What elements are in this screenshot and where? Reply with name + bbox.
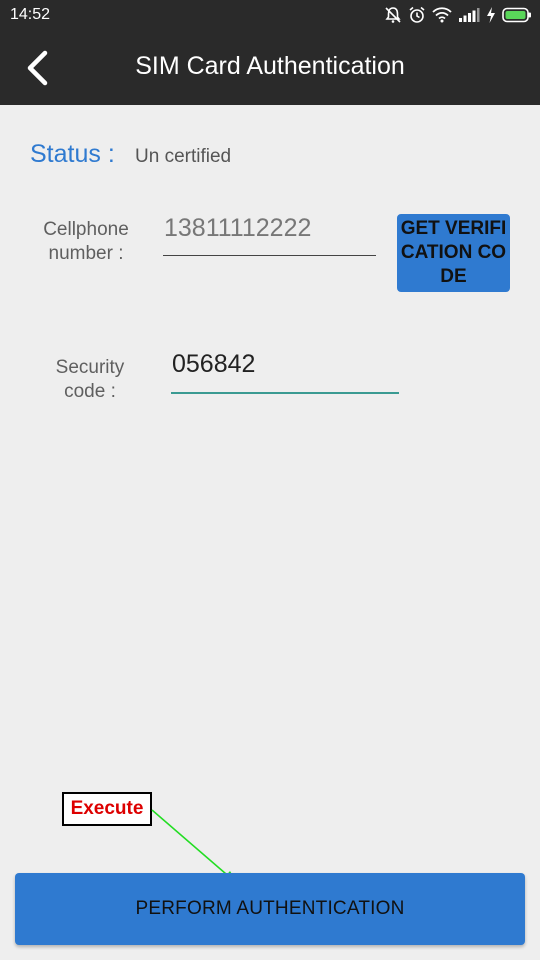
mute-icon bbox=[385, 7, 401, 23]
get-verification-code-button[interactable]: GET VERIFICATION CODE bbox=[397, 214, 510, 292]
charging-icon bbox=[487, 7, 495, 23]
wifi-icon bbox=[432, 7, 452, 23]
status-bar: 14:52 bbox=[0, 0, 540, 30]
status-icons bbox=[384, 5, 532, 25]
page-title: SIM Card Authentication bbox=[135, 52, 405, 80]
signal-icon bbox=[459, 8, 480, 22]
security-code-label: Security code : bbox=[55, 357, 125, 402]
status-label: Status : bbox=[30, 140, 115, 168]
security-code-input[interactable] bbox=[171, 346, 399, 394]
cellphone-label: Cellphone number : bbox=[43, 219, 129, 264]
annotation-label: Execute bbox=[62, 792, 152, 826]
app-bar: SIM Card Authentication bbox=[0, 30, 540, 105]
battery-icon bbox=[502, 7, 531, 23]
perform-authentication-button[interactable]: PERFORM AUTHENTICATION bbox=[15, 873, 525, 945]
alarm-icon bbox=[409, 6, 425, 23]
status-time: 14:52 bbox=[10, 6, 51, 23]
status-value: Un certified bbox=[135, 146, 232, 167]
cellphone-input[interactable] bbox=[163, 210, 376, 256]
